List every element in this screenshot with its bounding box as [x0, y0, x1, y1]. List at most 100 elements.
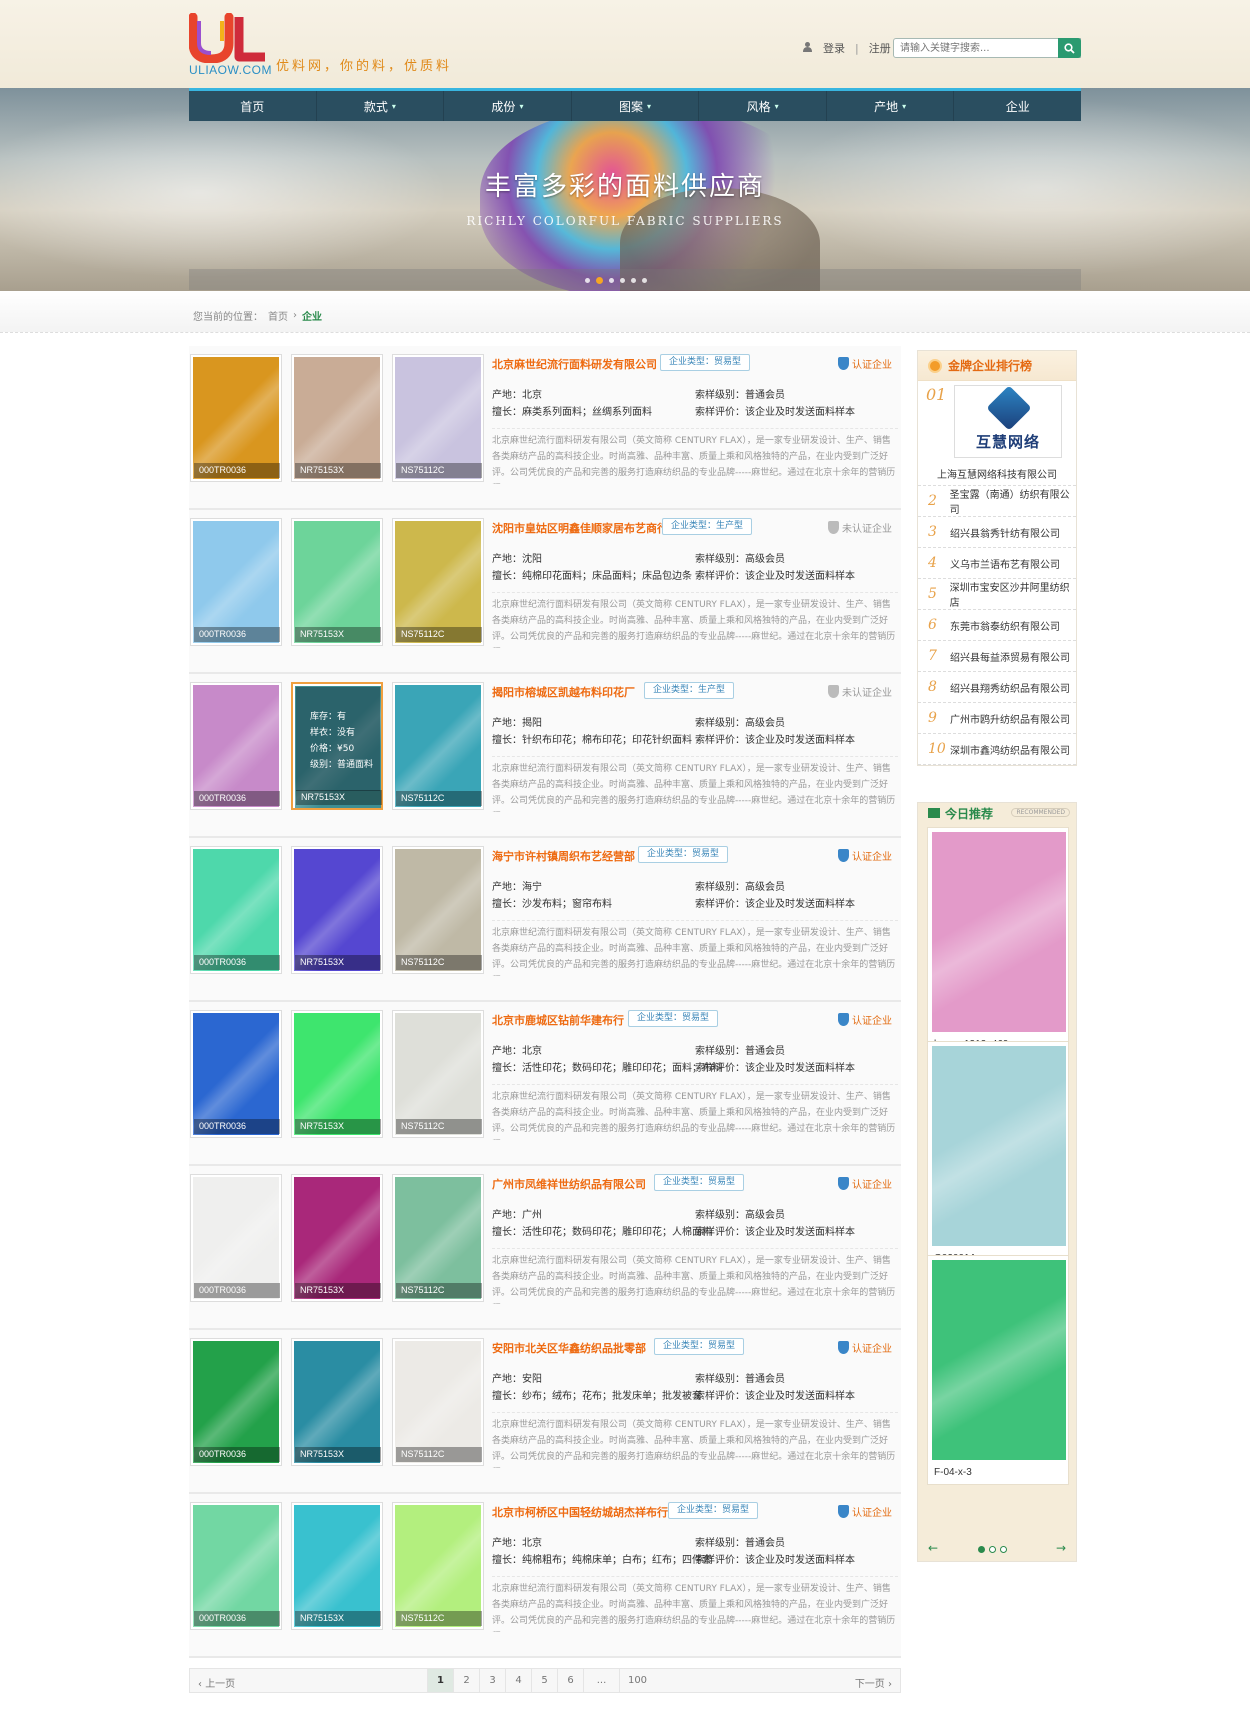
next-page-button[interactable]: 下一页 ›: [855, 1675, 892, 1690]
page-number-current[interactable]: 1: [427, 1669, 453, 1692]
site-logo[interactable]: ULIAOW.COM: [189, 13, 272, 77]
page-number[interactable]: 6: [557, 1669, 583, 1692]
fabric-thumbnail[interactable]: NS75112C: [392, 1502, 484, 1630]
carousel-dot-active[interactable]: [596, 277, 603, 284]
ranking-item[interactable]: 5 深圳市宝安区沙井阿里纺织店: [918, 579, 1076, 610]
page-number[interactable]: 5: [531, 1669, 557, 1692]
register-link[interactable]: 注册: [869, 40, 891, 56]
fabric-thumbnail[interactable]: 000TR0036: [190, 1174, 282, 1302]
fabric-swatch: [193, 1177, 279, 1299]
enterprise-name-link[interactable]: 广州市凤维祥世纺织品有限公司: [492, 1176, 646, 1192]
carousel-dot[interactable]: [609, 278, 614, 283]
breadcrumb-home[interactable]: 首页: [268, 308, 288, 323]
ranking-item[interactable]: 4 义乌市兰语布艺有限公司: [918, 548, 1076, 579]
ranking-item[interactable]: 3 绍兴县翁秀针纺有限公司: [918, 517, 1076, 548]
fabric-thumbnail[interactable]: 000TR0036: [190, 1010, 282, 1138]
fabric-thumbnail[interactable]: 000TR0036: [190, 518, 282, 646]
ranking-item[interactable]: 9 广州市鸥升纺织品有限公司: [918, 703, 1076, 734]
enterprise-name-link[interactable]: 北京市鹿城区钻前华建布行: [492, 1012, 624, 1028]
nav-item[interactable]: 首页: [189, 91, 317, 121]
fabric-thumbnail[interactable]: NS75112C: [392, 846, 484, 974]
fabric-thumbnail[interactable]: NR75153X: [291, 1502, 383, 1630]
today-header: 今日推荐 RECOMMENDED: [918, 803, 1076, 823]
fabric-thumbnail[interactable]: NR75153X: [291, 1338, 383, 1466]
carousel-dot[interactable]: [585, 278, 590, 283]
login-link[interactable]: 登录: [823, 40, 845, 56]
fabric-thumbnail[interactable]: 000TR0036: [190, 682, 282, 810]
origin-value: 海宁: [522, 882, 542, 893]
fabric-thumbnail[interactable]: NS75112C: [392, 1338, 484, 1466]
enterprise-name-link[interactable]: 北京麻世纪流行面料研发有限公司: [492, 356, 657, 372]
sample-level-label: 索样级别：: [695, 882, 745, 893]
fabric-thumbnail[interactable]: 库存：有 样衣：没有 价格：¥50 级别：普通面料 NR75153X: [291, 682, 383, 810]
carousel-dot-active[interactable]: [978, 1546, 985, 1553]
page-number[interactable]: 2: [453, 1669, 479, 1692]
company-logo[interactable]: 互慧网络: [954, 385, 1062, 458]
ranking-item[interactable]: 6 东莞市翁泰纺织有限公司: [918, 610, 1076, 641]
enterprise-name-link[interactable]: 海宁市许村镇周织布艺经营部: [492, 848, 635, 864]
nav-item[interactable]: 企业: [954, 91, 1081, 121]
carousel-dot[interactable]: [1000, 1546, 1007, 1553]
nav-item[interactable]: 风格 ▾: [699, 91, 827, 121]
fabric-swatch: [395, 1013, 481, 1135]
nav-item[interactable]: 款式 ▾: [317, 91, 445, 121]
sample-level-label: 索样级别：: [695, 554, 745, 565]
origin: 产地：安阳: [492, 1374, 542, 1385]
breadcrumb-prefix: 您当前的位置：: [193, 312, 263, 323]
fabric-thumbnail[interactable]: 000TR0036: [190, 1338, 282, 1466]
enterprise-name-link[interactable]: 北京市柯桥区中国轻纺城胡杰祥布行: [492, 1504, 668, 1520]
specialty-label: 擅长：: [492, 1063, 522, 1074]
enterprise-name-link[interactable]: 安阳市北关区华鑫纺织品批零部: [492, 1340, 646, 1356]
carousel-dot[interactable]: [989, 1546, 996, 1553]
enterprise-description: 北京麻世纪流行面料研发有限公司（英文简称 CENTURY FLAX），是一家专业…: [492, 756, 898, 812]
search-input[interactable]: [894, 39, 1059, 57]
prev-page-button[interactable]: ‹ 上一页: [198, 1675, 235, 1690]
recommended-item[interactable]: F-04-x-3: [927, 1255, 1069, 1485]
fabric-thumbnail[interactable]: NS75112C: [392, 1010, 484, 1138]
enterprise-description: 北京麻世纪流行面料研发有限公司（英文简称 CENTURY FLAX），是一家专业…: [492, 592, 898, 648]
fabric-thumbnail[interactable]: NS75112C: [392, 1174, 484, 1302]
nav-item[interactable]: 产地 ▾: [827, 91, 955, 121]
fabric-thumbnail[interactable]: NR75153X: [291, 846, 383, 974]
ranking-item[interactable]: 10 深圳市鑫鸿纺织品有限公司: [918, 734, 1076, 765]
ranking-item[interactable]: 8 绍兴县翔秀纺织品有限公司: [918, 672, 1076, 703]
enterprise-meta: 产地：北京 索样级别：普通会员 擅长：活性印花；数码印花；雕印印花；面料；布料 索样评…: [492, 1042, 898, 1076]
sample-level-label: 索样级别：: [695, 1538, 745, 1549]
recommended-item[interactable]: kmmm1312a469: [927, 827, 1069, 1057]
fabric-thumbnail[interactable]: 000TR0036: [190, 354, 282, 482]
fabric-thumbnail[interactable]: NR75153X: [291, 1010, 383, 1138]
fabric-thumbnail[interactable]: NR75153X: [291, 354, 383, 482]
enterprise-type-badge: 企业类型：生产型: [662, 518, 753, 535]
page-number[interactable]: 4: [505, 1669, 531, 1692]
company-name[interactable]: 上海互慧网络科技有限公司: [918, 466, 1076, 481]
fabric-thumbnail[interactable]: NS75112C: [392, 682, 484, 810]
meta-row: 产地：安阳 索样级别：普通会员: [492, 1370, 898, 1387]
recommended-item[interactable]: G02001A: [927, 1041, 1069, 1271]
origin-label: 产地：: [492, 390, 522, 401]
ranking-first-item[interactable]: 01 互慧网络 上海互慧网络科技有限公司: [918, 381, 1076, 486]
fabric-thumbnail[interactable]: NR75153X: [291, 518, 383, 646]
enterprise-name-link[interactable]: 沈阳市皇姑区明鑫佳顺家居布艺商行: [492, 520, 668, 536]
fabric-thumbnail[interactable]: 000TR0036: [190, 846, 282, 974]
fabric-thumbnail[interactable]: NR75153X: [291, 1174, 383, 1302]
page-number[interactable]: 100: [619, 1669, 655, 1692]
fabric-code: 000TR0036: [194, 955, 280, 970]
nav-item[interactable]: 图案 ▾: [572, 91, 700, 121]
enterprise-name-link[interactable]: 揭阳市榕城区凯越布料印花厂: [492, 684, 635, 700]
search-button[interactable]: [1058, 38, 1081, 58]
ranking-item[interactable]: 2 圣宝露（南通）纺织有限公司: [918, 486, 1076, 517]
carousel-dot[interactable]: [642, 278, 647, 283]
carousel-dot[interactable]: [620, 278, 625, 283]
meta-row: 产地：广州 索样级别：高级会员: [492, 1206, 898, 1223]
fabric-swatch: [932, 1260, 1066, 1460]
sample-level-label: 索样级别：: [695, 1374, 745, 1385]
fabric-thumbnail[interactable]: NS75112C: [392, 518, 484, 646]
arrow-left-icon[interactable]: ←: [928, 1541, 938, 1555]
fabric-thumbnail[interactable]: 000TR0036: [190, 1502, 282, 1630]
nav-item[interactable]: 成份 ▾: [444, 91, 572, 121]
arrow-right-icon[interactable]: →: [1056, 1541, 1066, 1555]
page-number[interactable]: 3: [479, 1669, 505, 1692]
ranking-item[interactable]: 7 绍兴县每益添贸易有限公司: [918, 641, 1076, 672]
fabric-thumbnail[interactable]: NS75112C: [392, 354, 484, 482]
carousel-dot[interactable]: [631, 278, 636, 283]
